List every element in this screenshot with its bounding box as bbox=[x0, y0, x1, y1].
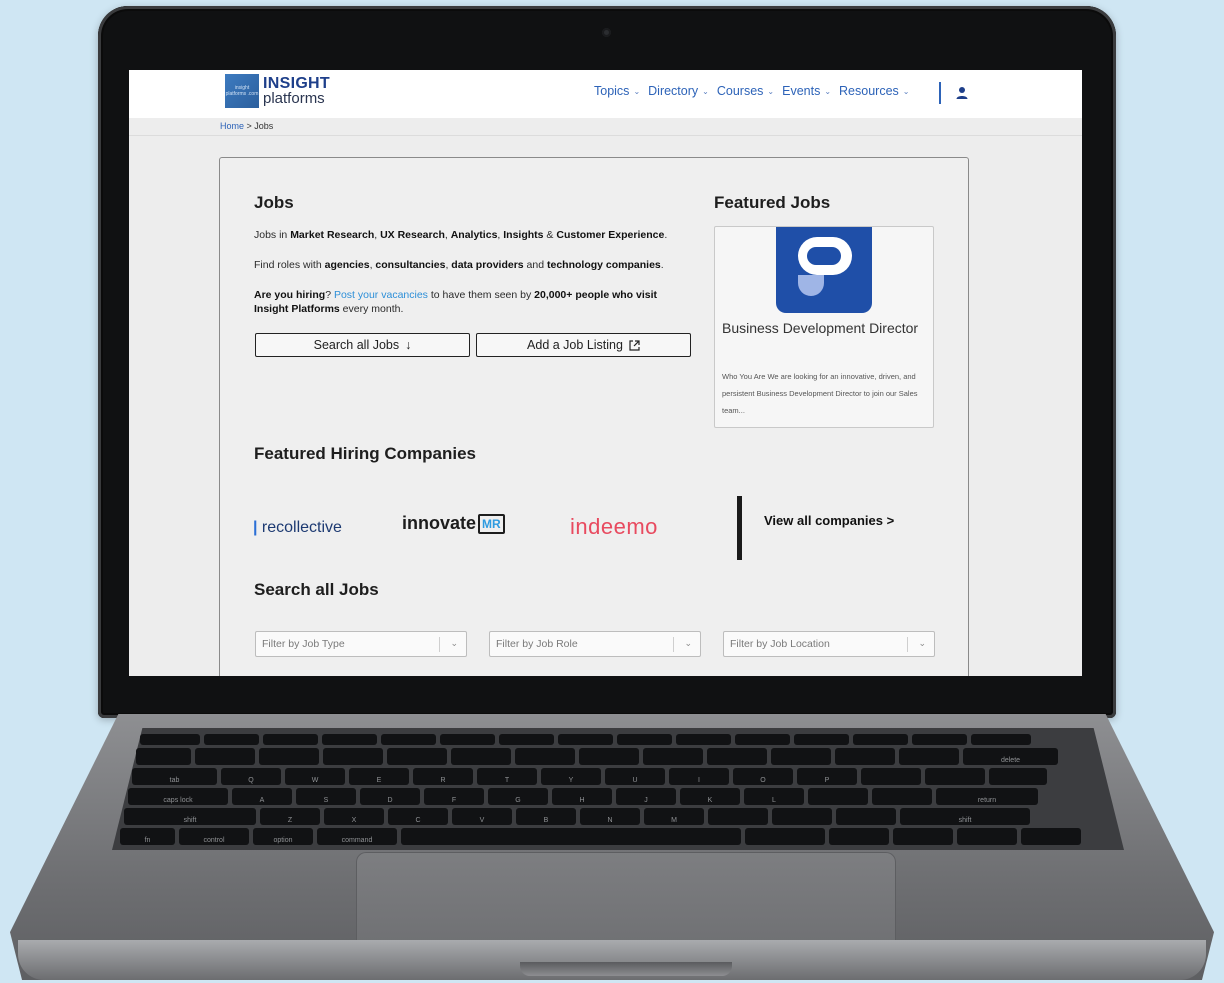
keyboard-row-q: tab Q W E R T Y U I O P bbox=[132, 768, 1098, 785]
keyboard-row-fn bbox=[140, 734, 1090, 745]
job-role-filter[interactable]: Filter by Job Role ⌄ bbox=[489, 631, 701, 657]
p-logo-icon bbox=[798, 237, 852, 296]
innovate-mr-logo[interactable]: innovate MR bbox=[402, 513, 505, 534]
nav-topics[interactable]: Topics ⌄ bbox=[594, 84, 640, 98]
chevron-down-icon: ⌄ bbox=[824, 86, 832, 96]
external-link-icon bbox=[629, 339, 640, 351]
breadcrumb-current: Jobs bbox=[254, 121, 274, 131]
chevron-down-icon: ⌄ bbox=[450, 638, 458, 648]
jobs-intro-line: Jobs in Market Research, UX Research, An… bbox=[254, 229, 668, 241]
key[interactable] bbox=[381, 734, 436, 745]
nav-directory[interactable]: Directory ⌄ bbox=[648, 84, 709, 98]
key[interactable] bbox=[735, 734, 790, 745]
job-type-filter[interactable]: Filter by Job Type ⌄ bbox=[255, 631, 467, 657]
keyboard-row-a: caps lock A S D F G H J K Lreturn bbox=[128, 788, 1102, 805]
search-all-jobs-button[interactable]: Search all Jobs ↓ bbox=[255, 333, 470, 357]
hiring-companies-title: Featured Hiring Companies bbox=[254, 444, 476, 463]
browser-screen: insight platforms .com INSIGHT platforms… bbox=[129, 70, 1082, 676]
key[interactable] bbox=[322, 734, 377, 745]
breadcrumb: Home > Jobs bbox=[220, 121, 274, 131]
company-logo bbox=[776, 227, 872, 313]
featured-job-card[interactable]: Business Development Director Who You Ar… bbox=[714, 226, 934, 428]
chevron-down-icon: ⌄ bbox=[902, 86, 910, 96]
nav-events[interactable]: Events ⌄ bbox=[782, 84, 831, 98]
key[interactable] bbox=[794, 734, 849, 745]
key[interactable] bbox=[617, 734, 672, 745]
featured-job-title: Business Development Director bbox=[722, 320, 919, 336]
hiring-callout: Are you hiring? Post your vacancies to h… bbox=[254, 289, 657, 315]
lid-notch bbox=[520, 962, 732, 976]
job-location-filter[interactable]: Filter by Job Location ⌄ bbox=[723, 631, 935, 657]
keyboard-row-bottom: fn control option command bbox=[120, 828, 1110, 845]
recollective-logo[interactable]: | recollective bbox=[253, 519, 342, 537]
breadcrumb-home[interactable]: Home bbox=[220, 121, 244, 131]
camera-icon bbox=[602, 28, 611, 37]
jobs-title: Jobs bbox=[254, 193, 294, 212]
logo-line-2: platforms bbox=[263, 90, 325, 107]
key[interactable] bbox=[558, 734, 613, 745]
key[interactable] bbox=[912, 734, 967, 745]
keyboard-row-numbers: delete bbox=[136, 748, 1094, 765]
arrow-down-icon: ↓ bbox=[405, 338, 412, 352]
key[interactable] bbox=[676, 734, 731, 745]
key[interactable] bbox=[971, 734, 1031, 745]
nav-resources[interactable]: Resources ⌄ bbox=[839, 84, 909, 98]
key[interactable] bbox=[440, 734, 495, 745]
chevron-down-icon: ⌄ bbox=[918, 638, 926, 648]
key[interactable] bbox=[204, 734, 259, 745]
logo-line-1: INSIGHT bbox=[263, 75, 330, 92]
nav-courses[interactable]: Courses ⌄ bbox=[717, 84, 774, 98]
spacebar[interactable] bbox=[401, 828, 741, 845]
user-icon[interactable] bbox=[955, 86, 969, 100]
jobs-roles-line: Find roles with agencies, consultancies,… bbox=[254, 259, 664, 271]
post-vacancies-link[interactable]: Post your vacancies bbox=[334, 289, 428, 301]
add-job-listing-button[interactable]: Add a Job Listing bbox=[476, 333, 691, 357]
site-header: insight platforms .com INSIGHT platforms… bbox=[129, 70, 1082, 118]
chevron-down-icon: ⌄ bbox=[702, 86, 709, 96]
view-all-companies-link[interactable]: View all companies > bbox=[764, 513, 894, 528]
search-jobs-title: Search all Jobs bbox=[254, 580, 379, 599]
divider bbox=[737, 496, 742, 560]
insight-platforms-logo[interactable]: insight platforms .com INSIGHT platforms bbox=[225, 74, 330, 108]
indeemo-logo[interactable]: indeemo bbox=[570, 514, 658, 540]
key[interactable] bbox=[853, 734, 908, 745]
chevron-down-icon: ⌄ bbox=[633, 86, 641, 96]
logo-mark: insight platforms .com bbox=[225, 74, 259, 108]
featured-job-description: Who You Are We are looking for an innova… bbox=[722, 372, 918, 415]
featured-jobs-title: Featured Jobs bbox=[714, 193, 831, 212]
keyboard-row-z: shift Z X C V B N Mshift bbox=[124, 808, 1106, 825]
nav-divider bbox=[939, 82, 941, 104]
chevron-down-icon: ⌄ bbox=[684, 638, 692, 648]
jobs-card: Jobs Jobs in Market Research, UX Researc… bbox=[219, 157, 969, 676]
key[interactable] bbox=[263, 734, 318, 745]
key[interactable] bbox=[499, 734, 554, 745]
chevron-down-icon: ⌄ bbox=[767, 86, 775, 96]
divider bbox=[129, 135, 1082, 136]
main-nav: Topics ⌄ Directory ⌄ Courses ⌄ Events ⌄ Reso… bbox=[594, 84, 909, 98]
key[interactable] bbox=[140, 734, 200, 745]
